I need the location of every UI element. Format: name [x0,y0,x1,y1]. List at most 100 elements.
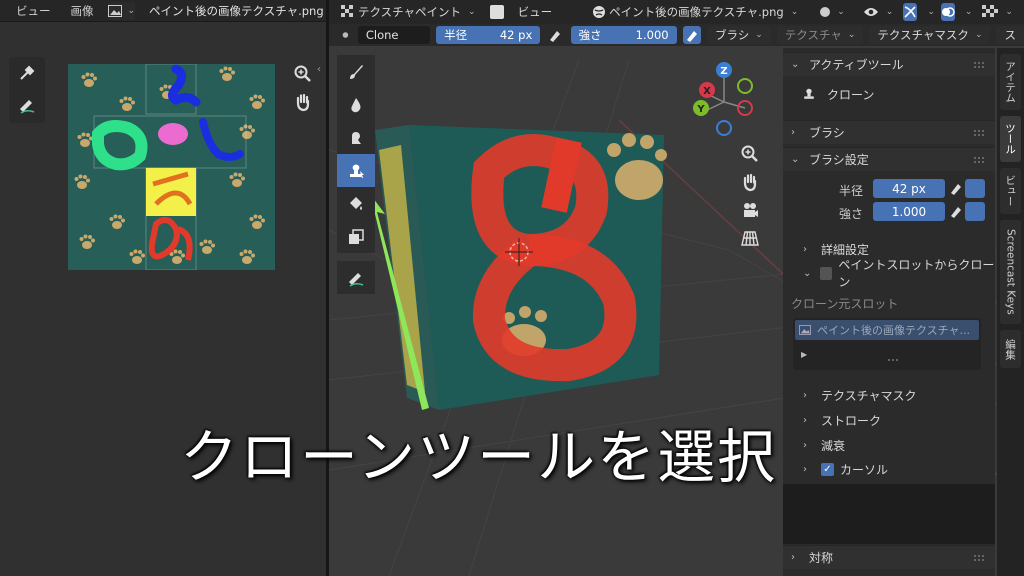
tab-tool[interactable]: ツール [1000,116,1021,162]
object-toggle[interactable] [486,3,508,21]
sidebar-toggle-arrow[interactable]: ‹ [317,64,321,75]
pen-pressure-icon [550,31,561,42]
drop-icon [351,97,361,112]
mode-selector[interactable]: テクスチャペイント ⌄ [337,3,480,21]
annotate-tool-button[interactable] [9,89,45,121]
image-name-field[interactable]: ペイント後の画像テクスチャ.png [143,2,326,20]
uv-texture-image[interactable] [68,64,275,270]
symmetry-section-header[interactable]: › 対称 [783,545,995,569]
pan-button[interactable] [290,88,316,116]
eyedropper-icon [20,65,35,80]
overlay-toggle-button[interactable] [940,3,955,21]
perspective-toggle-button[interactable] [737,224,763,252]
list-expand-triangle[interactable]: ▶ [801,350,807,359]
strength-label: 強さ [838,207,863,221]
unified-strength-toggle[interactable] [965,202,985,221]
cursor-checkbox[interactable]: ✓ [821,462,834,476]
chevron-down-icon: ⌄ [837,7,845,17]
texture-mask-subpanel[interactable]: › テクスチャマスク [783,383,995,407]
stroke-menu[interactable]: ス [996,26,1024,44]
sample-tool-button[interactable] [9,57,45,89]
falloff-subpanel[interactable]: › 減衰 [783,433,995,457]
clone-slot-list[interactable]: ペイント後の画像テクスチャ... ▶ [793,318,981,370]
clone-slot-name: ペイント後の画像テクスチャ... [817,324,971,337]
visibility-button[interactable]: ⌄ [859,3,898,21]
clone-from-slot-checkbox[interactable] [820,266,833,280]
tab-screencast-keys[interactable]: Screencast Keys [1000,220,1021,324]
cursor-subpanel[interactable]: › ✓ カーソル [783,457,995,481]
section-title: 対称 [809,551,834,565]
strength-field[interactable]: 強さ 1.000 [570,26,677,44]
sidebar-panel: ⌄ アクティブツール クローン › ブラシ ⌄ ブラシ設定 半径 42 px 強… [783,48,995,576]
chevron-down-icon: ⌄ [803,267,812,279]
overlay-icon [941,7,955,17]
soften-tool-button[interactable] [337,88,375,121]
clone-slot-item[interactable]: ペイント後の画像テクスチャ... [795,320,979,340]
menu-view[interactable]: ビュー [514,3,557,21]
shading-mode-button[interactable]: ⌄ [816,3,849,21]
menu-image[interactable]: 画像 [65,3,100,19]
paint-toolbar [337,55,375,294]
zoom-icon [741,145,758,162]
toolbar-gap [337,253,375,261]
active-tool-row[interactable]: クローン [783,80,995,108]
stroke-subpanel[interactable]: › ストローク [783,408,995,432]
texture-menu[interactable]: テクスチャ ⌄ [776,26,864,44]
pen-pressure-icon[interactable] [949,181,963,195]
fill-tool-button[interactable] [337,187,375,220]
chevron-down-icon[interactable]: ⌄ [927,7,935,17]
texture-mask-menu[interactable]: テクスチャマスク ⌄ [869,26,991,44]
strength-field[interactable]: 1.000 [873,202,945,221]
gizmo-z-label: Z [720,66,727,77]
drag-grip-icon[interactable] [973,156,985,164]
image-editor-toolbar [9,57,45,123]
draw-tool-button[interactable] [337,55,375,88]
brush-icon [350,64,363,79]
pen-pressure-icon [686,31,697,42]
image-icon [107,4,122,17]
drag-grip-icon[interactable] [973,554,985,562]
menu-view[interactable]: ビュー [10,3,57,19]
subpanel-title: テクスチャマスク [821,388,917,403]
canvas-image-selector[interactable]: ペイント後の画像テクスチャ.png ⌄ [588,3,802,21]
tab-view[interactable]: ビュー [1000,168,1021,214]
tab-edit[interactable]: 編集 [1000,330,1021,368]
zoom-button[interactable] [290,60,316,88]
brush-name-field[interactable]: Clone [357,26,431,44]
drag-grip-icon[interactable] [973,61,985,69]
tab-item[interactable]: アイテム [1000,54,1021,110]
strength-pressure-button[interactable] [682,26,701,44]
brush-menu[interactable]: ブラシ ⌄ [706,26,771,44]
chevron-down-icon: ⌄ [974,30,983,40]
chevron-down-icon[interactable]: ⌄ [965,7,973,17]
clone-tool-button[interactable] [337,154,375,187]
pan-button[interactable] [737,168,763,196]
chevron-right-icon: › [791,127,795,138]
clone-from-slot-subpanel[interactable]: ⌄ ペイントスロットからクローン [783,258,995,289]
hand-icon [296,93,310,112]
radius-field[interactable]: 42 px [873,179,945,198]
radius-pressure-button[interactable] [546,26,564,44]
pen-pressure-icon[interactable] [949,204,963,218]
chevron-down-icon: ⌄ [847,30,856,40]
zoom-button[interactable] [737,140,763,168]
annotate-tool-button[interactable] [337,261,375,294]
hand-icon [743,173,757,192]
gizmo-toggle-button[interactable] [903,3,918,21]
navigation-gizmo[interactable]: Z X Y [689,60,759,136]
mask-tool-button[interactable] [337,220,375,253]
brush-section-header[interactable]: › ブラシ [783,120,995,144]
active-tool-section-header[interactable]: ⌄ アクティブツール [783,52,995,76]
list-resize-grip[interactable] [887,358,899,362]
radius-field[interactable]: 半径 42 px [436,26,541,44]
image-browse-button[interactable]: ⌄ [107,1,136,20]
smear-tool-button[interactable] [337,121,375,154]
unified-radius-toggle[interactable] [965,179,985,198]
brush-icon [342,32,349,38]
texture-mask-menu-label: テクスチャマスク [877,28,969,42]
stroke-menu-label: ス [1004,28,1016,42]
camera-view-button[interactable] [737,196,763,224]
brush-settings-section-header[interactable]: ⌄ ブラシ設定 [783,147,995,171]
drag-grip-icon[interactable] [973,129,985,137]
xray-button[interactable]: ⌄ [978,3,1017,21]
